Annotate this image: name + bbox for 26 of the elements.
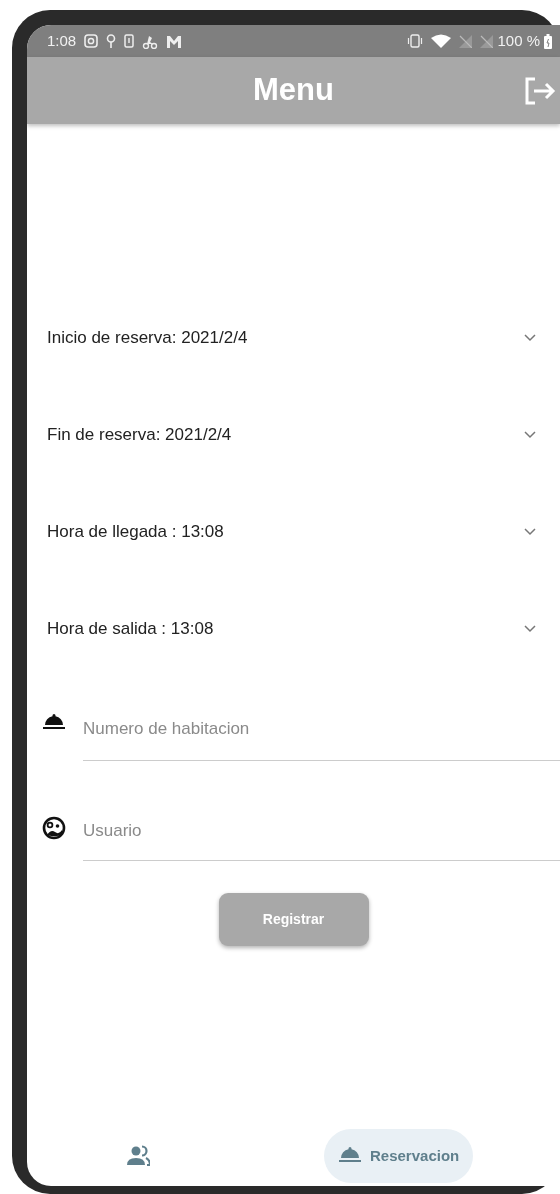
- battery-level: 100 %: [497, 30, 540, 51]
- text-field[interactable]: Usuario: [83, 761, 560, 861]
- people-icon: [126, 1145, 150, 1167]
- date-picker[interactable]: Hora de salida : 13:08: [27, 580, 560, 677]
- wifi-icon: [431, 34, 452, 48]
- vibrate-icon: [407, 34, 424, 48]
- chevron-down-icon: [524, 625, 536, 634]
- app-title: Menu: [253, 71, 334, 110]
- chevron-down-icon: [524, 431, 536, 440]
- chevron-down-icon: [524, 334, 536, 343]
- camera-app-icon: [84, 34, 99, 48]
- no-signal-icon: [459, 34, 473, 48]
- no-signal-icon: [480, 34, 494, 48]
- chevron-down-icon: [524, 528, 536, 537]
- text-field[interactable]: Numero de habitacion: [83, 677, 560, 761]
- logout-button[interactable]: [524, 77, 556, 105]
- date-picker[interactable]: Hora de llegada : 13:08: [27, 483, 560, 580]
- battery-icon: [544, 34, 552, 50]
- location-pin-icon: [106, 34, 117, 48]
- phone-download-icon: [124, 34, 135, 48]
- status-time: 1:08: [47, 30, 77, 51]
- mail-icon: [166, 34, 183, 48]
- nav-tab[interactable]: Reservacion: [324, 1129, 474, 1183]
- face-icon: [42, 815, 66, 840]
- date-picker[interactable]: Fin de reserva: 2021/2/4: [27, 386, 560, 483]
- date-picker[interactable]: Inicio de reserva: 2021/2/4: [27, 289, 560, 386]
